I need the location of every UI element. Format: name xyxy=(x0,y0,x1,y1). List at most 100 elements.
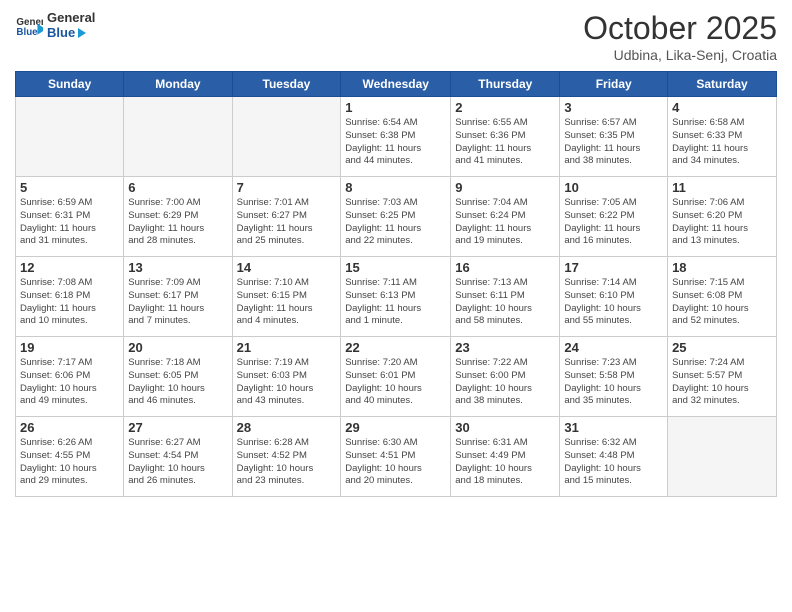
calendar-week-4: 26 Sunrise: 6:26 AM Sunset: 4:55 PM Dayli… xyxy=(16,417,777,497)
day-info: Sunrise: 7:14 AM Sunset: 6:10 PM Dayligh… xyxy=(564,277,663,328)
day-number: 23 xyxy=(455,340,555,355)
day-info: Sunrise: 7:09 AM Sunset: 6:17 PM Dayligh… xyxy=(128,277,227,328)
calendar-cell: 19Sunrise: 7:17 AM Sunset: 6:06 PM Dayli… xyxy=(16,337,124,417)
day-info: Sunrise: 6:55 AM Sunset: 6:36 PM Dayligh… xyxy=(455,117,555,168)
day-number: 12 xyxy=(20,260,119,275)
calendar-cell: 16 Sunrise: 7:13 AM Sunset: 6:11 PM Dayli… xyxy=(451,257,560,337)
day-number: 13 xyxy=(128,260,227,275)
day-info: Sunrise: 7:10 AM Sunset: 6:15 PM Dayligh… xyxy=(237,277,337,328)
day-number: 30 xyxy=(455,420,555,435)
calendar-cell: 11 Sunrise: 7:06 AM Sunset: 6:20 PM Dayli… xyxy=(668,177,777,257)
logo-arrow-icon xyxy=(78,28,86,38)
day-info: Sunrise: 6:31 AM Sunset: 4:49 PM Dayligh… xyxy=(455,437,555,488)
day-info: Sunrise: 6:26 AM Sunset: 4:55 PM Dayligh… xyxy=(20,437,119,488)
logo-general-text: General xyxy=(47,10,95,25)
weekday-header-sunday: Sunday xyxy=(16,72,124,97)
calendar-cell: 30 Sunrise: 6:31 AM Sunset: 4:49 PM Dayli… xyxy=(451,417,560,497)
calendar-cell: 21 Sunrise: 7:19 AM Sunset: 6:03 PM Dayli… xyxy=(232,337,341,417)
day-number: 18 xyxy=(672,260,772,275)
day-info: Sunrise: 6:54 AM Sunset: 6:38 PM Dayligh… xyxy=(345,117,446,168)
day-number: 5 xyxy=(20,180,119,195)
day-number: 20 xyxy=(128,340,227,355)
calendar-cell: 13 Sunrise: 7:09 AM Sunset: 6:17 PM Dayli… xyxy=(124,257,232,337)
calendar-week-1: 5 Sunrise: 6:59 AM Sunset: 6:31 PM Daylig… xyxy=(16,177,777,257)
header: General Blue General Blue October 2025 U… xyxy=(15,10,777,63)
logo-icon: General Blue xyxy=(15,11,43,39)
day-number: 21 xyxy=(237,340,337,355)
svg-text:Blue: Blue xyxy=(16,27,38,38)
calendar-cell: 29 Sunrise: 6:30 AM Sunset: 4:51 PM Dayli… xyxy=(341,417,451,497)
day-number: 14 xyxy=(237,260,337,275)
day-info: Sunrise: 7:06 AM Sunset: 6:20 PM Dayligh… xyxy=(672,197,772,248)
logo-blue-text: Blue xyxy=(47,25,95,40)
day-number: 25 xyxy=(672,340,772,355)
calendar-cell: 24 Sunrise: 7:23 AM Sunset: 5:58 PM Dayli… xyxy=(560,337,668,417)
calendar-cell xyxy=(668,417,777,497)
day-number: 26 xyxy=(20,420,119,435)
day-info: Sunrise: 7:23 AM Sunset: 5:58 PM Dayligh… xyxy=(564,357,663,408)
calendar-cell: 18 Sunrise: 7:15 AM Sunset: 6:08 PM Dayli… xyxy=(668,257,777,337)
day-number: 11 xyxy=(672,180,772,195)
day-number: 9 xyxy=(455,180,555,195)
day-number: 15 xyxy=(345,260,446,275)
day-number: 8 xyxy=(345,180,446,195)
month-title: October 2025 xyxy=(583,10,777,47)
day-info: Sunrise: 6:28 AM Sunset: 4:52 PM Dayligh… xyxy=(237,437,337,488)
weekday-header-thursday: Thursday xyxy=(451,72,560,97)
day-number: 3 xyxy=(564,100,663,115)
calendar-cell: 28 Sunrise: 6:28 AM Sunset: 4:52 PM Dayli… xyxy=(232,417,341,497)
calendar-cell: 20 Sunrise: 7:18 AM Sunset: 6:05 PM Dayli… xyxy=(124,337,232,417)
day-info: Sunrise: 7:04 AM Sunset: 6:24 PM Dayligh… xyxy=(455,197,555,248)
day-number: 31 xyxy=(564,420,663,435)
calendar-cell: 10Sunrise: 7:05 AM Sunset: 6:22 PM Dayli… xyxy=(560,177,668,257)
calendar-week-0: 1Sunrise: 6:54 AM Sunset: 6:38 PM Daylig… xyxy=(16,97,777,177)
day-info: Sunrise: 7:08 AM Sunset: 6:18 PM Dayligh… xyxy=(20,277,119,328)
day-info: Sunrise: 6:32 AM Sunset: 4:48 PM Dayligh… xyxy=(564,437,663,488)
day-number: 16 xyxy=(455,260,555,275)
day-info: Sunrise: 7:20 AM Sunset: 6:01 PM Dayligh… xyxy=(345,357,446,408)
day-info: Sunrise: 7:13 AM Sunset: 6:11 PM Dayligh… xyxy=(455,277,555,328)
calendar-cell: 1Sunrise: 6:54 AM Sunset: 6:38 PM Daylig… xyxy=(341,97,451,177)
day-number: 28 xyxy=(237,420,337,435)
day-info: Sunrise: 7:15 AM Sunset: 6:08 PM Dayligh… xyxy=(672,277,772,328)
weekday-header-saturday: Saturday xyxy=(668,72,777,97)
calendar-header-row: SundayMondayTuesdayWednesdayThursdayFrid… xyxy=(16,72,777,97)
day-number: 24 xyxy=(564,340,663,355)
calendar-cell: 4Sunrise: 6:58 AM Sunset: 6:33 PM Daylig… xyxy=(668,97,777,177)
calendar-cell: 27Sunrise: 6:27 AM Sunset: 4:54 PM Dayli… xyxy=(124,417,232,497)
day-info: Sunrise: 6:59 AM Sunset: 6:31 PM Dayligh… xyxy=(20,197,119,248)
calendar-week-3: 19Sunrise: 7:17 AM Sunset: 6:06 PM Dayli… xyxy=(16,337,777,417)
calendar-cell: 15 Sunrise: 7:11 AM Sunset: 6:13 PM Dayli… xyxy=(341,257,451,337)
calendar-cell xyxy=(16,97,124,177)
location-subtitle: Udbina, Lika-Senj, Croatia xyxy=(583,47,777,63)
calendar-table: SundayMondayTuesdayWednesdayThursdayFrid… xyxy=(15,71,777,497)
calendar-cell: 2Sunrise: 6:55 AM Sunset: 6:36 PM Daylig… xyxy=(451,97,560,177)
day-number: 7 xyxy=(237,180,337,195)
weekday-header-tuesday: Tuesday xyxy=(232,72,341,97)
calendar-cell: 12 Sunrise: 7:08 AM Sunset: 6:18 PM Dayli… xyxy=(16,257,124,337)
day-info: Sunrise: 6:57 AM Sunset: 6:35 PM Dayligh… xyxy=(564,117,663,168)
day-number: 4 xyxy=(672,100,772,115)
calendar-cell: 22Sunrise: 7:20 AM Sunset: 6:01 PM Dayli… xyxy=(341,337,451,417)
day-number: 19 xyxy=(20,340,119,355)
calendar-cell: 8Sunrise: 7:03 AM Sunset: 6:25 PM Daylig… xyxy=(341,177,451,257)
calendar-week-2: 12 Sunrise: 7:08 AM Sunset: 6:18 PM Dayli… xyxy=(16,257,777,337)
day-info: Sunrise: 7:01 AM Sunset: 6:27 PM Dayligh… xyxy=(237,197,337,248)
calendar-cell xyxy=(232,97,341,177)
day-info: Sunrise: 7:11 AM Sunset: 6:13 PM Dayligh… xyxy=(345,277,446,328)
calendar-cell: 31 Sunrise: 6:32 AM Sunset: 4:48 PM Dayli… xyxy=(560,417,668,497)
day-info: Sunrise: 6:30 AM Sunset: 4:51 PM Dayligh… xyxy=(345,437,446,488)
day-info: Sunrise: 7:24 AM Sunset: 5:57 PM Dayligh… xyxy=(672,357,772,408)
weekday-header-wednesday: Wednesday xyxy=(341,72,451,97)
day-number: 29 xyxy=(345,420,446,435)
day-number: 27 xyxy=(128,420,227,435)
day-info: Sunrise: 7:00 AM Sunset: 6:29 PM Dayligh… xyxy=(128,197,227,248)
day-info: Sunrise: 7:18 AM Sunset: 6:05 PM Dayligh… xyxy=(128,357,227,408)
calendar-cell: 17Sunrise: 7:14 AM Sunset: 6:10 PM Dayli… xyxy=(560,257,668,337)
day-info: Sunrise: 7:22 AM Sunset: 6:00 PM Dayligh… xyxy=(455,357,555,408)
day-info: Sunrise: 7:19 AM Sunset: 6:03 PM Dayligh… xyxy=(237,357,337,408)
calendar-cell: 14 Sunrise: 7:10 AM Sunset: 6:15 PM Dayli… xyxy=(232,257,341,337)
calendar-cell: 9 Sunrise: 7:04 AM Sunset: 6:24 PM Daylig… xyxy=(451,177,560,257)
calendar-cell: 23 Sunrise: 7:22 AM Sunset: 6:00 PM Dayli… xyxy=(451,337,560,417)
calendar-cell: 3 Sunrise: 6:57 AM Sunset: 6:35 PM Daylig… xyxy=(560,97,668,177)
